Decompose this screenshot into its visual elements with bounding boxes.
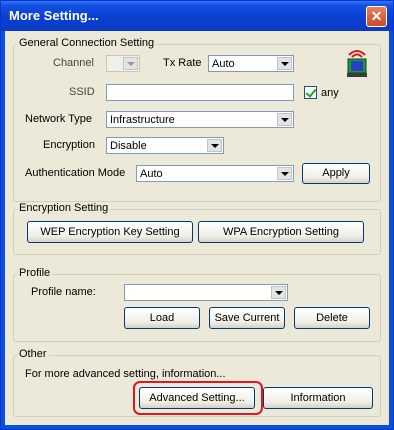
close-button[interactable]: ✕ xyxy=(366,6,387,27)
information-button[interactable]: Information xyxy=(263,387,373,409)
ssid-label: SSID xyxy=(69,86,95,98)
encryption-select[interactable]: Disable xyxy=(106,137,224,154)
txrate-select[interactable]: Auto xyxy=(208,55,294,72)
auth-mode-label: Authentication Mode xyxy=(25,167,126,179)
dialog-client-area: General Connection Setting Channel Tx Ra… xyxy=(5,31,389,425)
load-button[interactable]: Load xyxy=(124,307,200,329)
other-legend: Other xyxy=(17,348,49,360)
save-current-button[interactable]: Save Current xyxy=(209,307,285,329)
apply-button[interactable]: Apply xyxy=(302,163,370,184)
encryption-setting-legend: Encryption Setting xyxy=(17,202,111,214)
chevron-down-icon xyxy=(271,286,286,299)
chevron-down-icon xyxy=(277,167,292,180)
delete-button[interactable]: Delete xyxy=(294,307,370,329)
chevron-down-icon xyxy=(207,139,222,152)
ssid-field[interactable] xyxy=(106,84,294,101)
general-connection-legend: General Connection Setting xyxy=(17,37,157,49)
any-label: any xyxy=(321,87,339,99)
other-description: For more advanced setting, information..… xyxy=(25,368,226,380)
window-title: More Setting... xyxy=(9,8,99,23)
profile-legend: Profile xyxy=(17,267,53,279)
chevron-down-icon xyxy=(277,57,292,70)
chevron-down-icon xyxy=(123,57,138,70)
title-bar[interactable]: More Setting... ✕ xyxy=(1,1,393,31)
profile-name-label: Profile name: xyxy=(31,286,96,298)
network-type-select[interactable]: Infrastructure xyxy=(106,111,294,128)
encryption-label: Encryption xyxy=(43,139,95,151)
wep-key-setting-button[interactable]: WEP Encryption Key Setting xyxy=(27,221,193,243)
profile-name-select[interactable] xyxy=(124,284,288,301)
close-icon: ✕ xyxy=(370,8,383,24)
network-type-label: Network Type xyxy=(25,113,93,125)
chevron-down-icon xyxy=(277,113,292,126)
auth-mode-select[interactable]: Auto xyxy=(136,165,294,182)
channel-select[interactable] xyxy=(106,55,140,72)
any-checkbox[interactable] xyxy=(304,86,317,99)
advanced-setting-button[interactable]: Advanced Setting... xyxy=(139,387,255,409)
wireless-card-icon xyxy=(347,50,367,77)
channel-label: Channel xyxy=(53,57,94,69)
wpa-setting-button[interactable]: WPA Encryption Setting xyxy=(198,221,364,243)
txrate-label: Tx Rate xyxy=(163,57,202,69)
more-setting-window: More Setting... ✕ General Connection Set… xyxy=(0,0,394,430)
